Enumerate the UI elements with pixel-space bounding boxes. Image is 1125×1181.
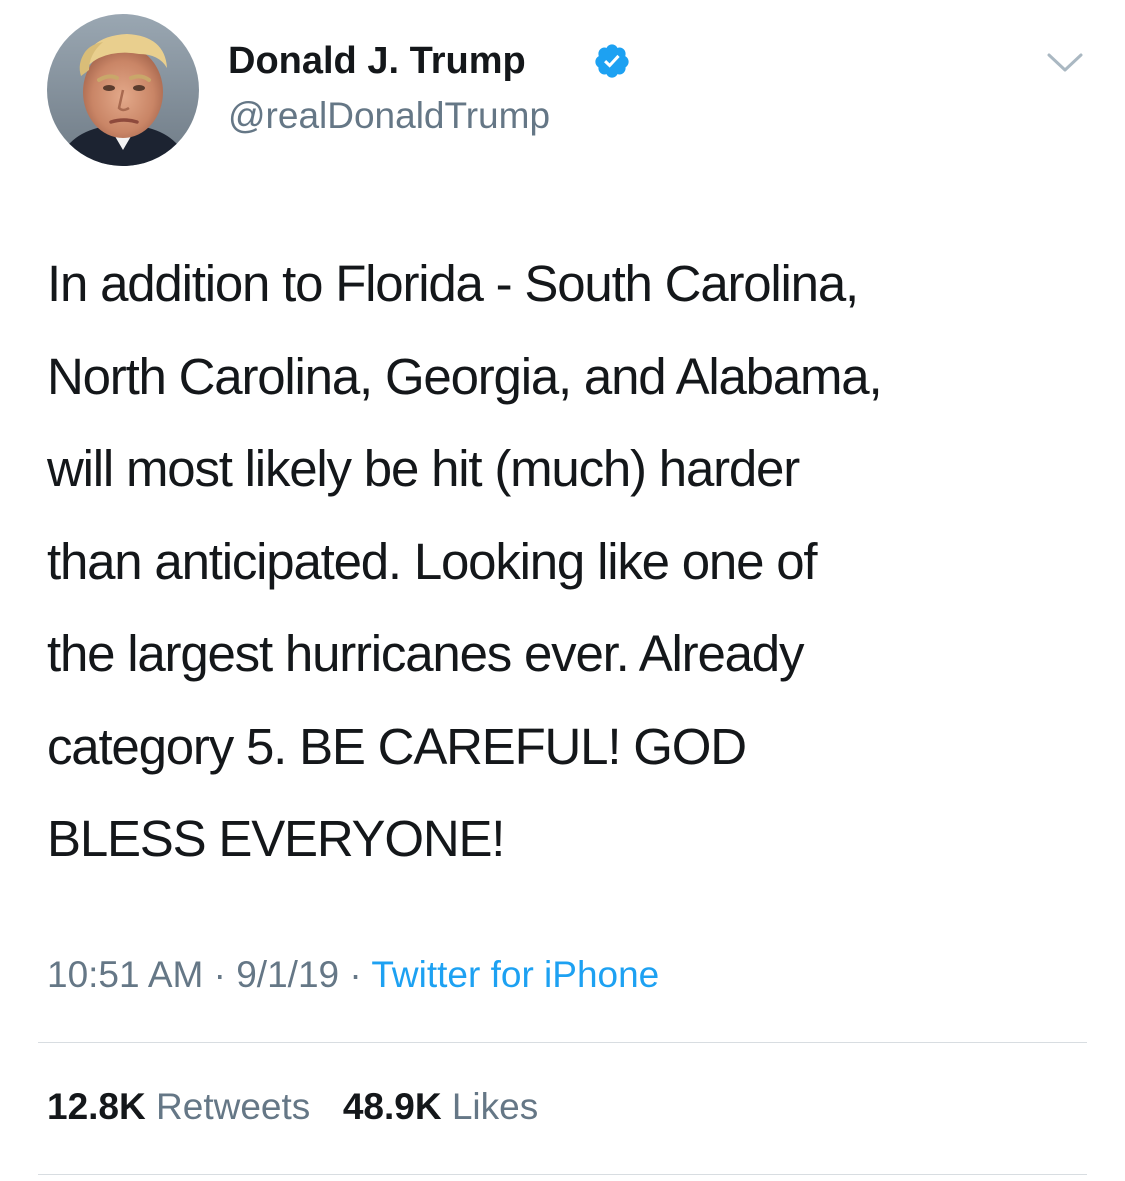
likes-label: Likes [451,1086,539,1127]
verified-badge-icon [593,42,631,80]
avatar-image [47,14,199,166]
avatar[interactable] [47,14,199,166]
tweet-date: 9/1/19 [236,954,340,995]
tweet-card: Donald J. Trump @realDonaldTrump In addi… [0,0,1125,1181]
tweet-text: In addition to Florida - South Carolina,… [47,255,883,867]
tweet-source-link[interactable]: Twitter for iPhone [371,954,659,995]
meta-separator: · [213,954,226,995]
likes-stat[interactable]: 48.9K Likes [343,1082,538,1132]
chevron-down-icon[interactable] [1045,50,1085,76]
likes-count: 48.9K [342,1086,442,1127]
tweet-time: 10:51 AM [47,954,204,995]
meta-separator: · [349,954,362,995]
retweets-label: Retweets [156,1086,311,1127]
retweets-count: 12.8K [47,1086,146,1127]
author-display-name[interactable]: Donald J. Trump [228,38,526,84]
tweet-stats: 12.8K Retweets 48.9K Likes [47,1082,538,1132]
tweet-meta: 10:51 AM · 9/1/19 · Twitter for iPhone [47,950,659,1000]
author-handle[interactable]: @realDonaldTrump [228,94,550,138]
retweets-stat[interactable]: 12.8K Retweets [47,1082,310,1132]
divider [38,1174,1087,1175]
divider [38,1042,1087,1043]
